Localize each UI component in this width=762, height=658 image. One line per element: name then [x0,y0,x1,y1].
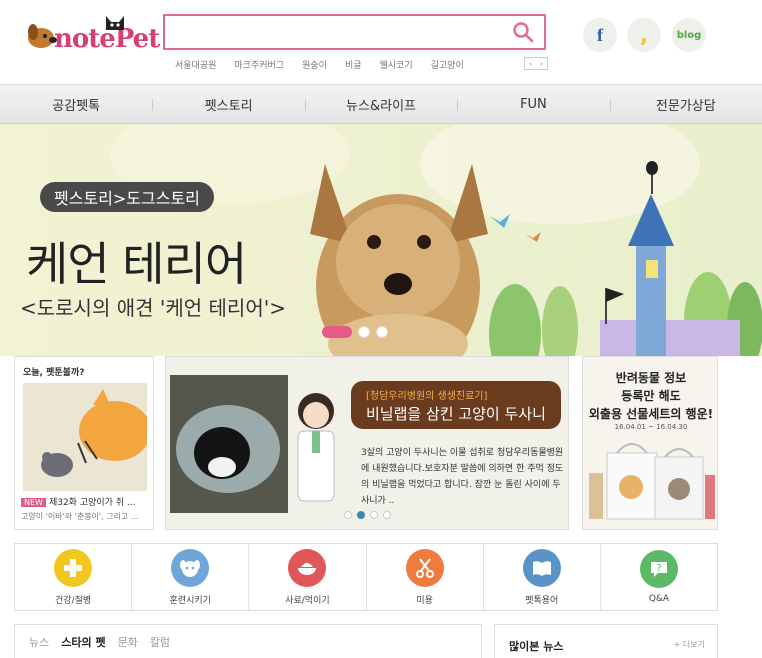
food-bowl-icon [288,548,327,587]
pettoon-card[interactable]: 오늘, 펫툰볼까? NEW 제32화 고양이가 쥐 ... 고양이 '이바'와 '… [14,356,154,530]
search-icon[interactable] [512,21,534,43]
blog-button[interactable]: blog [672,18,706,52]
category-label: 훈련시키기 [169,595,211,606]
promo-date: 16.04.01 ~ 16.04.30 [614,423,688,431]
search-input[interactable] [163,14,546,50]
keyword-link[interactable]: 원숭이 [293,58,336,71]
tab-column[interactable]: 칼럼 [150,634,170,650]
tab-culture[interactable]: 문화 [118,634,138,650]
feature-dot[interactable] [383,511,391,519]
feature-headline[interactable]: 비닐랩을 삼킨 고양이 두사니 [366,403,546,424]
doctor-illustration [297,393,335,502]
dog-face-icon [171,548,210,587]
category-food[interactable]: 사료/먹이기 [249,544,367,610]
category-qna[interactable]: ? Q&A [601,544,717,610]
more-link[interactable]: + 더보기 [674,639,705,650]
pettoon-headline-text: 제32화 고양이가 쥐 ... [48,498,136,508]
header: notePet 서울대공원 마크주커버그 원숭이 비글 웰시코기 길고양이 ‹ … [0,0,762,84]
tab-star-pet[interactable]: 스타의 펫 [61,634,105,650]
keyword-link[interactable]: 길고양이 [422,58,473,71]
tab-news[interactable]: 뉴스 [29,634,49,650]
category-label: 사료/먹이기 [285,595,330,606]
hero-category-badge[interactable]: 펫스토리>도그스토리 [40,182,214,212]
feature-body: 3살의 고양이 두사니는 이물 섭취로 청담우리동물병원에 내원했습니다.보호자… [361,448,564,506]
pettoon-title: 오늘, 펫툰볼까? [23,368,85,378]
keyword-link[interactable]: 비글 [336,58,371,71]
pettoon-thumbnail[interactable] [23,383,151,491]
nav-item-fun[interactable]: FUN [457,85,609,123]
pettoon-description: 고양이 '이바'와 '춘봉이', 그리고 ... [21,512,139,521]
popular-news-title: 많이본 뉴스 [509,640,564,653]
keyword-link[interactable]: 서울대공원 [166,58,225,71]
hero-pagination [322,326,388,338]
next-arrow-icon[interactable]: › [536,58,547,69]
category-menu: 건강/질병 훈련시키기 사료/먹이기 미용 펫톡용어 ? Q&A [14,543,718,611]
feature-dot[interactable] [344,511,352,519]
keyword-link[interactable]: 웰시코기 [371,58,422,71]
promo-card[interactable]: 반려동물 정보 등록만 해도 외출용 선물세트의 행운! 16.04.01 ~ … [582,356,718,530]
grooming-icon [405,548,444,587]
facebook-button[interactable]: f [583,18,617,52]
hero-subtitle: <도로시의 애견 '케언 테리어'> [20,296,286,320]
category-grooming[interactable]: 미용 [367,544,484,610]
hero-dot[interactable] [322,326,352,338]
pettoon-headline[interactable]: NEW 제32화 고양이가 쥐 ... [21,495,151,508]
hero-dot[interactable] [376,326,388,338]
cat-logo-icon [106,16,124,30]
popular-news-panel: 많이본 뉴스 + 더보기 [494,624,718,658]
nav-item-story[interactable]: 펫스토리 [152,85,304,123]
cat-photo [170,375,288,513]
category-label: 건강/질병 [55,595,92,606]
cat-cone-photo [170,375,288,513]
question-icon: ? [639,550,678,588]
keyword-link[interactable]: 마크주커버그 [225,58,293,71]
promo-line-1: 반려동물 정보 [615,371,687,385]
popular-keywords: 서울대공원 마크주커버그 원숭이 비글 웰시코기 길고양이 [166,58,473,71]
nav-item-news[interactable]: 뉴스&라이프 [304,85,457,123]
nav-item-talk[interactable]: 공감펫톡 [0,85,152,123]
health-icon [54,548,93,587]
feature-card[interactable]: [청담우리병원의 생생진료기] 비닐랩을 삼킨 고양이 두사니 3살의 고양이 … [165,356,569,530]
book-icon [522,548,561,587]
category-glossary[interactable]: 펫톡용어 [484,544,601,610]
category-label: Q&A [648,594,670,604]
feature-tag: [청담우리병원의 생생진료기] [366,391,488,402]
category-label: 펫톡용어 [525,595,559,606]
main-nav: 공감펫톡 펫스토리 뉴스&라이프 FUN 전문가상담 [0,84,762,124]
prev-arrow-icon[interactable]: ‹ [525,58,536,69]
category-label: 미용 [416,595,433,606]
nav-item-expert[interactable]: 전문가상담 [609,85,762,123]
category-training[interactable]: 훈련시키기 [132,544,250,610]
hero-banner[interactable]: 펫스토리>도그스토리 케언 테리어 <도로시의 애견 '케언 테리어'> [0,124,762,356]
feature-pagination [344,511,391,519]
news-tabs: 뉴스 스타의 펫 문화 칼럼 [14,624,482,658]
promo-line-3: 외출용 선물세트의 행운! [588,407,714,421]
hero-dot[interactable] [358,326,370,338]
promo-line-2: 등록만 해도 [621,389,681,403]
hero-title: 케언 테리어 [26,237,247,291]
keyword-pager: ‹ › [524,57,548,70]
cat-mouse-illustration [23,383,151,491]
new-badge: NEW [21,498,46,507]
dog-logo-icon [28,24,57,48]
kakaostory-button[interactable]: , [627,18,661,52]
logo[interactable]: notePet [24,16,160,56]
feature-dot[interactable] [357,511,365,519]
feature-dot[interactable] [370,511,378,519]
category-health[interactable]: 건강/질병 [15,544,133,610]
gift-bags-illustration [589,443,715,520]
svg-text:?: ? [656,563,661,574]
